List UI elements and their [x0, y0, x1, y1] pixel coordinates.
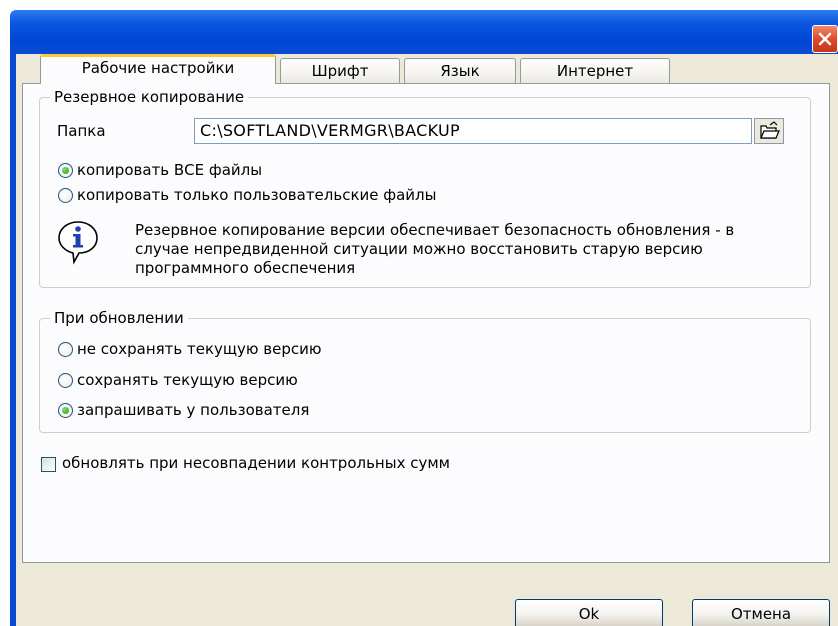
browse-folder-button[interactable]	[754, 118, 784, 144]
copy-user-files-label: копировать только пользовательские файлы	[77, 186, 437, 204]
backup-group-title: Резервное копирование	[54, 88, 245, 106]
copy-all-files-label: копировать ВСЕ файлы	[77, 161, 263, 179]
checksum-checkbox[interactable]	[41, 457, 56, 472]
tab-working-settings[interactable]: Рабочие настройки	[40, 54, 276, 84]
update-group-title: При обновлении	[54, 309, 184, 327]
backup-folder-input[interactable]: C:\SOFTLAND\VERMGR\BACKUP	[194, 118, 752, 144]
copy-all-files-option[interactable]: копировать ВСЕ файлы	[58, 161, 262, 179]
copy-user-files-radio[interactable]	[58, 187, 73, 203]
copy-user-files-option[interactable]: копировать только пользовательские файлы	[58, 186, 436, 204]
dont-keep-version-radio[interactable]	[58, 341, 73, 357]
dont-keep-version-option[interactable]: не сохранять текущую версию	[58, 340, 322, 358]
cancel-button[interactable]: Отмена	[692, 599, 830, 626]
backup-info-text: Резервное копирование версии обеспечивае…	[135, 221, 735, 277]
keep-version-label: сохранять текущую версию	[77, 371, 298, 389]
close-icon	[818, 32, 832, 46]
open-folder-icon	[760, 121, 780, 139]
ask-user-option[interactable]: запрашивать у пользователя	[58, 401, 309, 419]
info-icon	[56, 219, 102, 269]
tab-language[interactable]: Язык	[404, 58, 516, 84]
dont-keep-version-label: не сохранять текущую версию	[77, 340, 322, 358]
screen: Рабочие настройки Шрифт Язык Интернет Ре…	[0, 0, 838, 626]
close-button[interactable]	[812, 25, 838, 53]
copy-all-files-radio[interactable]	[58, 162, 73, 178]
title-bar	[10, 10, 838, 54]
tab-panel-working-settings: Резервное копирование Папка C:\SOFTLAND\…	[22, 83, 830, 563]
checksum-label: обновлять при несовпадении контрольных с…	[62, 454, 450, 472]
keep-version-radio[interactable]	[58, 372, 73, 388]
folder-label: Папка	[57, 122, 106, 140]
keep-version-option[interactable]: сохранять текущую версию	[58, 371, 298, 389]
ok-button[interactable]: Ok	[515, 599, 663, 626]
tab-internet[interactable]: Интернет	[520, 58, 670, 84]
ask-user-radio[interactable]	[58, 402, 73, 418]
ask-user-label: запрашивать у пользователя	[77, 401, 310, 419]
tab-font[interactable]: Шрифт	[280, 58, 400, 84]
